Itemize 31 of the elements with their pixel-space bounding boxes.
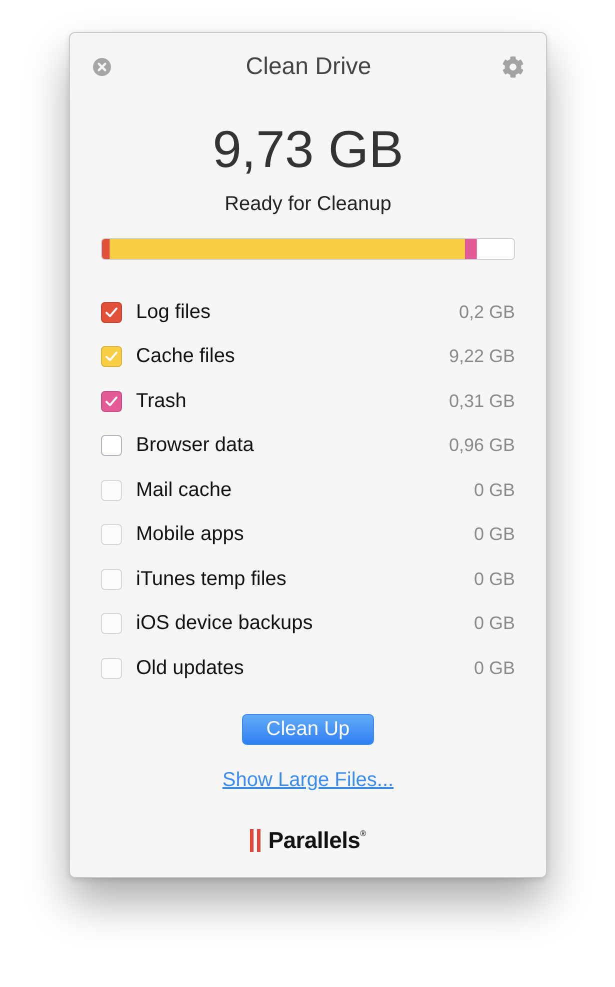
item-label: Mail cache (136, 478, 232, 502)
item-label: Browser data (136, 434, 254, 458)
total-size: 9,73 GB (212, 120, 404, 181)
item-label: Trash (136, 390, 186, 413)
item-size: 9,22 GB (448, 346, 515, 368)
item-size: 0 GB (474, 480, 515, 501)
item-size: 0 GB (474, 613, 515, 634)
item-size: 0 GB (474, 568, 515, 590)
status-text: Ready for Cleanup (224, 192, 392, 216)
checkmark-icon (105, 351, 118, 362)
item-label: Cache files (136, 345, 235, 368)
checkmark-icon (105, 306, 118, 318)
close-icon[interactable] (93, 58, 111, 76)
item-size: 0 GB (474, 658, 515, 679)
checkbox[interactable] (101, 435, 122, 456)
show-large-files-link[interactable]: Show Large Files... (222, 768, 394, 792)
item-label: Log files (136, 300, 210, 324)
item-label: iTunes temp files (136, 568, 286, 591)
settings-icon[interactable] (502, 56, 524, 78)
clean-up-button[interactable]: Clean Up (242, 714, 374, 745)
window-title: Clean Drive (246, 52, 372, 82)
logo-text: Parallels$^{®}$ (268, 826, 366, 854)
item-size: 0,2 GB (458, 302, 515, 323)
checkmark-icon (105, 396, 118, 407)
item-label: Old updates (136, 656, 244, 680)
item-label: iOS device backups (136, 612, 313, 636)
item-label: Mobile apps (136, 523, 244, 546)
item-size: 0,96 GB (448, 435, 515, 456)
item-size: 0,31 GB (448, 390, 515, 412)
item-size: 0 GB (474, 524, 515, 546)
double-bar-icon (250, 828, 262, 852)
